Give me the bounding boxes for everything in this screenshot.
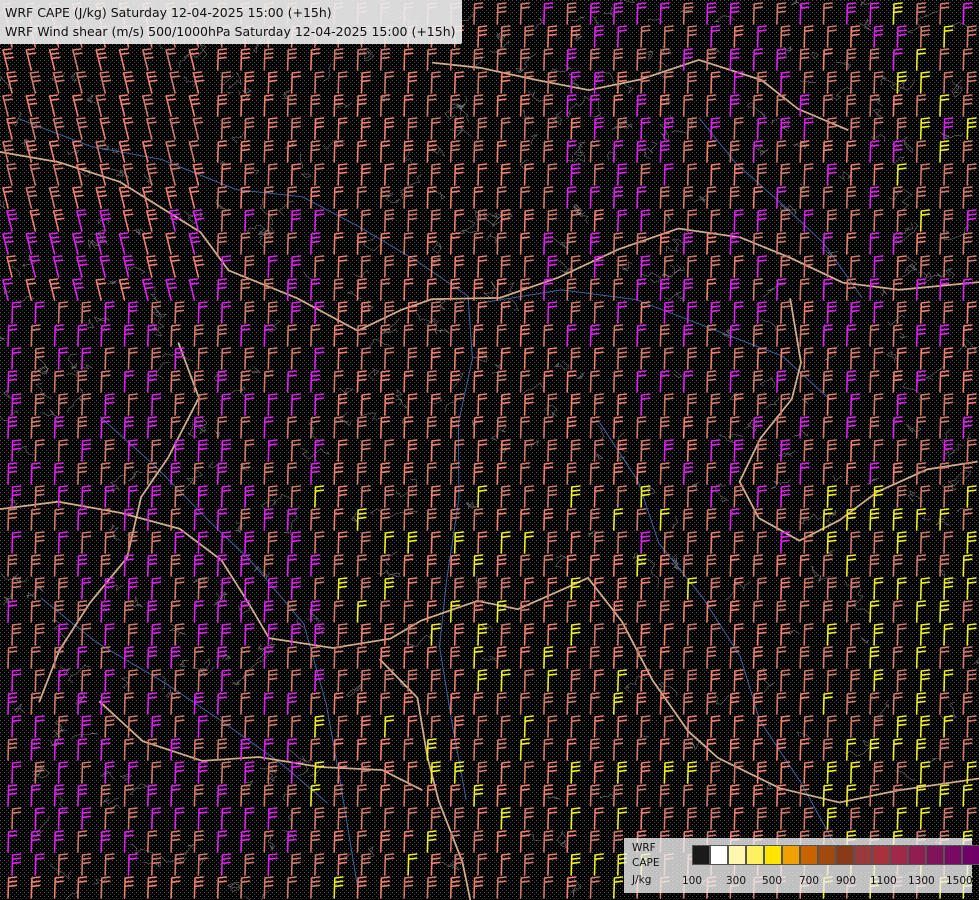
legend-swatch [944, 845, 962, 865]
legend-swatch [926, 845, 944, 865]
legend-swatch [746, 845, 764, 865]
legend-swatch [782, 845, 800, 865]
map-background [0, 0, 979, 900]
legend-swatch [854, 845, 872, 865]
map-title: WRF CAPE (J/kg) Saturday 12-04-2025 15:0… [0, 0, 462, 44]
legend-swatch [890, 845, 908, 865]
legend-swatch [818, 845, 836, 865]
legend-swatch [836, 845, 854, 865]
legend-tick-label: 500 [762, 875, 783, 887]
cape-legend: WRF CAPE J/kg 100 300 500 700 900 1100 1300 150… [624, 838, 979, 893]
legend-swatch [728, 845, 746, 865]
legend-tick-label: 1100 [870, 875, 897, 887]
legend-swatch [800, 845, 818, 865]
legend-tick-label: 100 [682, 875, 703, 887]
legend-tick-label: 1500 [946, 875, 973, 887]
title-line-cape: WRF CAPE (J/kg) Saturday 12-04-2025 15:0… [5, 5, 332, 20]
legend-tick-label: 900 [836, 875, 857, 887]
legend-label-unit: J/kg [632, 874, 652, 886]
legend-label-wrf: WRF [632, 842, 656, 854]
legend-swatch [692, 845, 710, 865]
legend-swatch [710, 845, 728, 865]
legend-ticks: 100 300 500 700 900 1100 1300 1500 [682, 875, 973, 889]
legend-tick-label: 700 [799, 875, 820, 887]
legend-tick-label: 300 [726, 875, 747, 887]
legend-label-cape: CAPE [632, 857, 660, 869]
legend-color-scale [692, 845, 979, 865]
legend-swatch [764, 845, 782, 865]
title-line-shear: WRF Wind shear (m/s) 500/1000hPa Saturda… [5, 24, 456, 39]
legend-swatch [962, 845, 979, 865]
weather-map [0, 0, 979, 900]
legend-swatch [908, 845, 926, 865]
legend-swatch [872, 845, 890, 865]
legend-tick-label: 1300 [908, 875, 935, 887]
